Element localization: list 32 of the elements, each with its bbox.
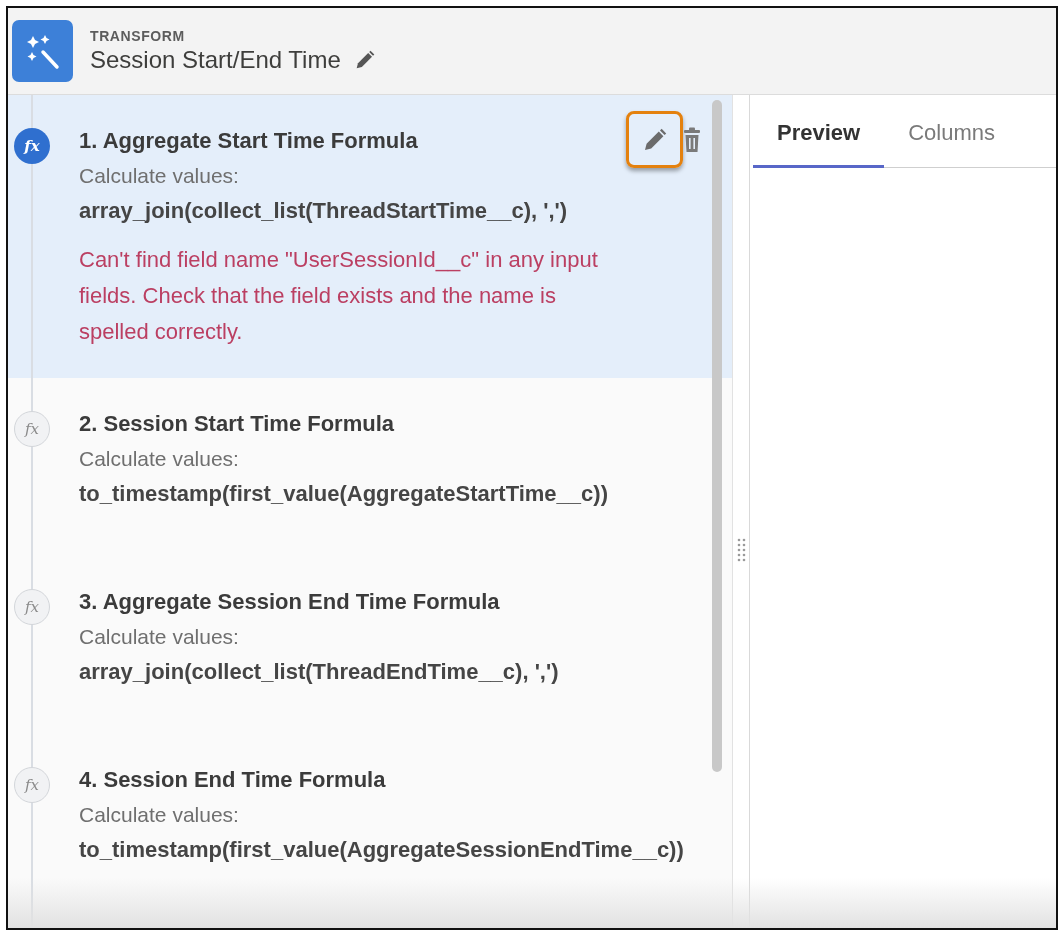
step-description: Calculate values: xyxy=(79,624,239,650)
formula-expression: array_join(collect_list(ThreadStartTime__c), ',') xyxy=(79,197,568,225)
scrollbar-thumb[interactable] xyxy=(712,100,722,772)
formula-step[interactable] xyxy=(8,95,732,378)
formula-expression: to_timestamp(first_value(AggregateSessionEndTime__c)) xyxy=(79,836,684,864)
step-description: Calculate values: xyxy=(79,802,239,828)
resize-grip-icon[interactable] xyxy=(736,537,746,562)
formula-icon: fx xyxy=(14,589,50,625)
node-type-label: TRANSFORM xyxy=(90,27,185,45)
pencil-icon[interactable] xyxy=(354,50,375,70)
formula-icon: fx xyxy=(14,128,50,164)
formula-expression: to_timestamp(first_value(AggregateStartTime__c)) xyxy=(79,480,608,508)
error-message: Can't find field name "UserSessionId__c" in any input fields. Check that the field exists and the name is spelled correctly. xyxy=(79,246,599,346)
formula-step[interactable]: fx 4. Session End Time Formula Calculate values: to_timestamp(first_value(AggregateSessionEndTime__c)) xyxy=(8,734,732,912)
magic-wand-icon xyxy=(12,20,73,82)
formula-icon: fx xyxy=(14,767,50,803)
formula-step[interactable]: fx 2. Session Start Time Formula Calculate values: to_timestamp(first_value(AggregateStartTime__c)) xyxy=(8,378,732,556)
trash-icon[interactable] xyxy=(683,126,701,153)
pencil-icon xyxy=(642,127,667,152)
step-description: Calculate values: xyxy=(79,163,239,189)
tab[interactable]: Preview xyxy=(753,99,885,168)
step-title: 2. Session Start Time Formula xyxy=(79,410,395,438)
step-title: 3. Aggregate Session End Time Formula xyxy=(79,588,500,616)
step-description: Calculate values: xyxy=(79,446,239,472)
formula-step[interactable]: fx 3. Aggregate Session End Time Formula Calculate values: array_join(collect_list(ThreadEndTime__c), ',') xyxy=(8,556,732,734)
edit-button[interactable] xyxy=(626,111,683,168)
transform-title: Session Start/End Time xyxy=(90,45,341,75)
formula-expression: array_join(collect_list(ThreadEndTime__c), ',') xyxy=(79,658,559,686)
step-title: 4. Session End Time Formula xyxy=(79,766,386,794)
step-title: 1. Aggregate Start Time Formula xyxy=(79,127,418,155)
tab[interactable]: Columns xyxy=(884,99,1019,168)
formula-icon: fx xyxy=(14,411,50,447)
